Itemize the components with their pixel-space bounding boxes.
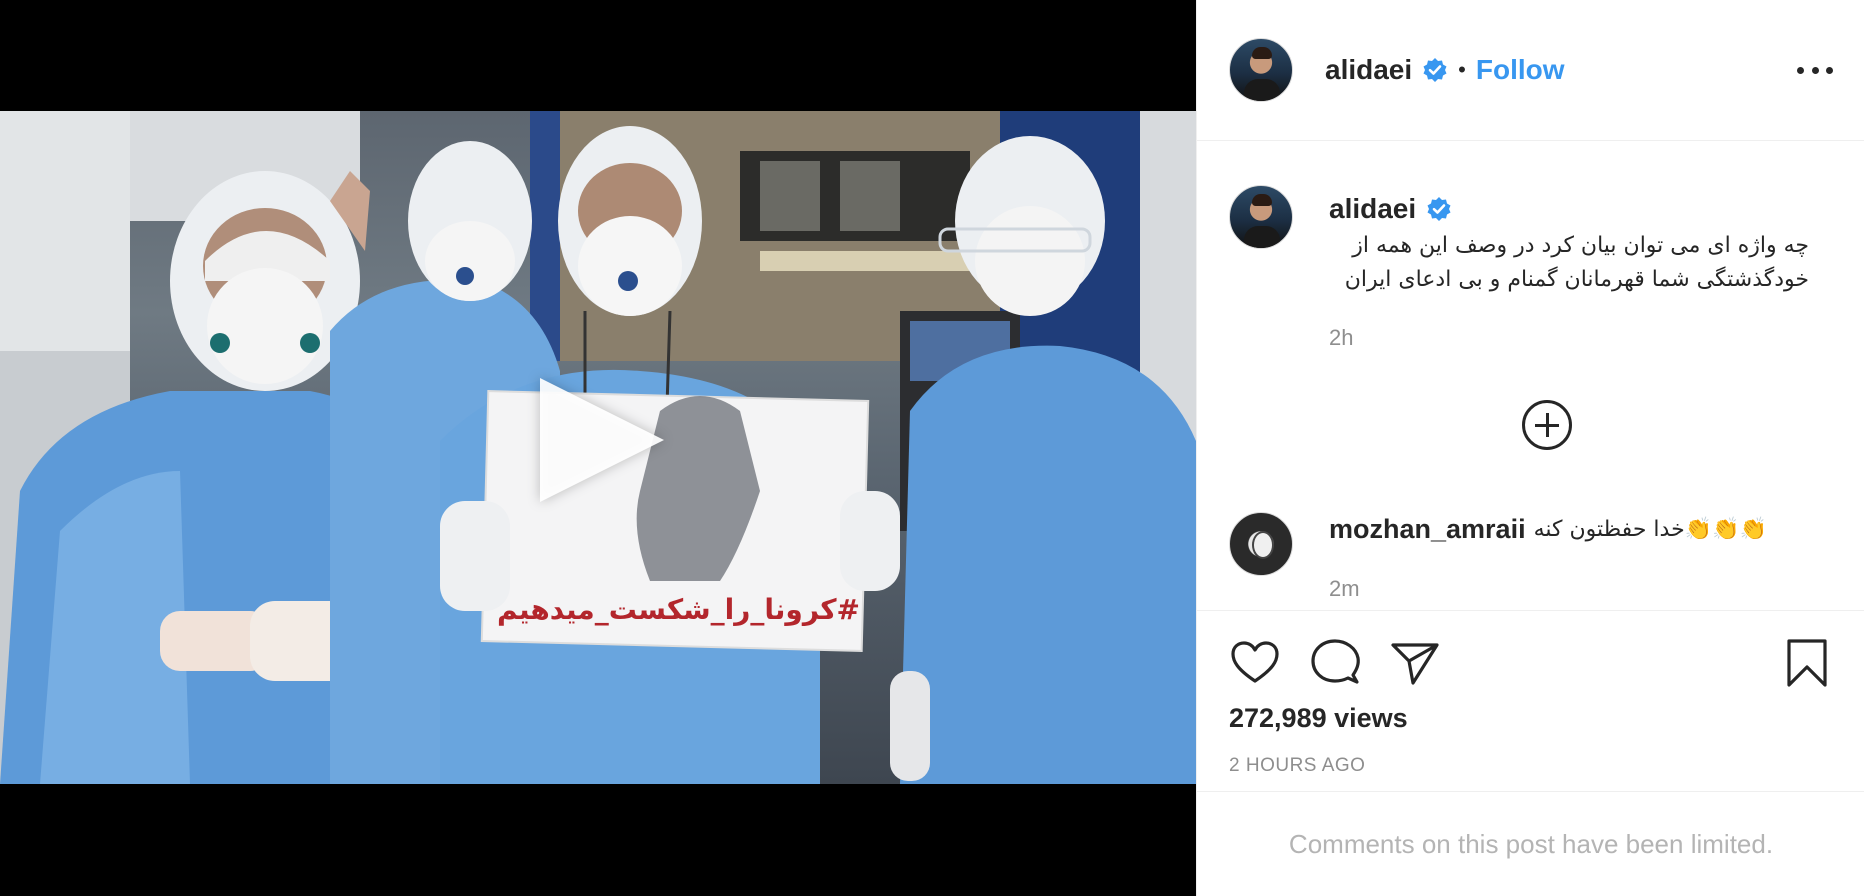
caption-author-username[interactable]: alidaei: [1329, 193, 1416, 225]
commenter-avatar[interactable]: [1229, 512, 1293, 576]
author-username[interactable]: alidaei: [1325, 54, 1412, 86]
more-dot: [1797, 66, 1804, 74]
comment-timestamp[interactable]: 2m: [1329, 576, 1360, 602]
caption-timestamp[interactable]: 2h: [1329, 325, 1353, 351]
follow-button[interactable]: Follow: [1476, 54, 1565, 86]
comment-bubble-icon[interactable]: [1307, 635, 1363, 691]
caption-author-avatar[interactable]: [1229, 185, 1293, 249]
post-time[interactable]: 2 HOURS AGO: [1229, 755, 1365, 777]
plus-circle-icon[interactable]: [1522, 400, 1572, 450]
caption-line-2: خودگذشتگی شما قهرمانان گمنام و بی ادعای …: [1344, 267, 1809, 292]
post-actions-section: 272,989 views 2 HOURS AGO Comments on th…: [1197, 610, 1864, 896]
separator-dot: •: [1458, 57, 1466, 82]
verified-badge-icon: [1422, 57, 1448, 83]
caption-line-1: چه واژه ای می توان بیان کرد در وصف این ه…: [1352, 233, 1809, 258]
comment-line: mozhan_amraii 👏👏👏خدا حفظتون کنه: [1329, 514, 1767, 545]
comment-text: 👏👏👏خدا حفظتون کنه: [1533, 517, 1767, 542]
caption-author-line: alidaei: [1329, 193, 1452, 225]
author-avatar[interactable]: [1229, 38, 1293, 102]
video-player[interactable]: #کرونا_را_شکست_میدهیم: [0, 0, 1196, 896]
more-dot: [1811, 66, 1819, 74]
comments-limited-notice: Comments on this post have been limited.: [1197, 791, 1864, 896]
action-bar: [1227, 635, 1837, 691]
more-options-icon[interactable]: [1797, 60, 1833, 80]
more-dot: [1826, 66, 1833, 74]
sign-text: #کرونا_را_شکست_میدهیم: [496, 593, 860, 626]
author-line: alidaei • Follow: [1325, 53, 1565, 87]
heart-icon[interactable]: [1227, 635, 1283, 691]
paper-plane-icon[interactable]: [1387, 635, 1443, 691]
play-icon[interactable]: [540, 378, 664, 502]
post-side-panel: alidaei • Follow alidaei چه واژه ای می ت…: [1196, 0, 1864, 896]
commenter-username[interactable]: mozhan_amraii: [1329, 514, 1526, 545]
caption-text: چه واژه ای می توان بیان کرد در وصف این ه…: [1329, 229, 1809, 297]
verified-badge-icon: [1426, 196, 1452, 222]
post-header: alidaei • Follow: [1197, 0, 1864, 141]
bookmark-icon[interactable]: [1779, 635, 1835, 691]
view-count[interactable]: 272,989 views: [1229, 703, 1408, 734]
